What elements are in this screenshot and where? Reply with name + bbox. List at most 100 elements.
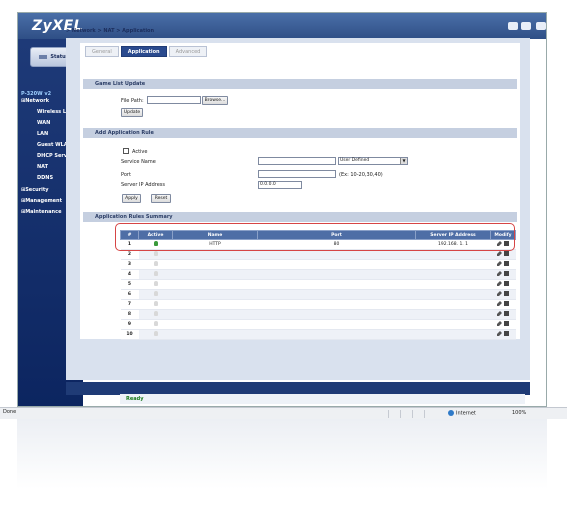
row-active [138, 249, 173, 260]
tab-bar: General Application Advanced [85, 46, 208, 58]
service-name-input[interactable] [258, 157, 336, 165]
bulb-off-icon [153, 251, 158, 256]
row-server-ip [415, 269, 491, 280]
edit-icon[interactable] [497, 281, 502, 286]
row-active [138, 319, 173, 330]
tab-application[interactable]: Application [120, 46, 167, 57]
row-number: 8 [120, 309, 139, 320]
edit-icon[interactable] [497, 251, 502, 256]
logout-icon[interactable] [536, 22, 546, 30]
row-modify [490, 269, 516, 280]
edit-icon[interactable] [497, 291, 502, 296]
table-row: 8 [120, 309, 516, 320]
table-row: 9 [120, 319, 516, 330]
sidebar-item-maintenance[interactable]: Maintenance [21, 209, 61, 215]
row-name [172, 329, 258, 340]
active-checkbox[interactable] [123, 148, 129, 154]
sidebar-item-ddns[interactable]: DDNS [37, 175, 53, 181]
update-button[interactable]: Update [121, 108, 143, 117]
row-number: 2 [120, 249, 139, 260]
sidebar-item-wan[interactable]: WAN [37, 120, 50, 126]
row-modify [490, 309, 516, 320]
delete-icon[interactable] [504, 321, 509, 326]
row-name [172, 289, 258, 300]
port-input[interactable] [258, 170, 336, 178]
tab-general[interactable]: General [85, 46, 119, 57]
row-active [138, 269, 173, 280]
row-name [172, 279, 258, 290]
row-server-ip [415, 259, 491, 270]
game-list-header: Game List Update [83, 79, 517, 89]
device-model: P-320W v2 [21, 91, 52, 97]
delete-icon[interactable] [504, 311, 509, 316]
service-select[interactable]: User Defined ▼ [338, 157, 408, 165]
breadcrumb: > Network > NAT > Application [66, 28, 155, 34]
help-icon[interactable] [521, 22, 531, 30]
add-rule-header: Add Application Rule [83, 128, 517, 138]
row-server-ip [415, 299, 491, 310]
row-server-ip [415, 319, 491, 330]
edit-icon[interactable] [497, 321, 502, 326]
row-port [257, 299, 416, 310]
edit-icon[interactable] [497, 271, 502, 276]
delete-icon[interactable] [504, 301, 509, 306]
table-row: 6 [120, 289, 516, 300]
delete-icon[interactable] [504, 261, 509, 266]
row-name [172, 319, 258, 330]
top-banner: ZyXEL [18, 13, 546, 39]
port-label: Port [121, 172, 131, 178]
server-ip-input[interactable]: 0.0.0.0 [258, 181, 302, 189]
row-number: 7 [120, 299, 139, 310]
delete-icon[interactable] [504, 291, 509, 296]
status-divider [388, 410, 389, 418]
delete-icon[interactable] [504, 281, 509, 286]
highlight-box [115, 223, 515, 251]
table-row: 2 [120, 249, 516, 260]
sidebar-item-nat[interactable]: NAT [37, 164, 48, 170]
row-server-ip [415, 289, 491, 300]
bulb-off-icon [153, 311, 158, 316]
sidebar-item-network[interactable]: Network [21, 98, 49, 104]
bulb-off-icon [153, 291, 158, 296]
zoom-level[interactable]: 100% [512, 410, 526, 416]
row-name [172, 269, 258, 280]
file-path-input[interactable] [147, 96, 201, 104]
table-row: 4 [120, 269, 516, 280]
table-row: 7 [120, 299, 516, 310]
sidebar-item-management[interactable]: Management [21, 198, 62, 204]
delete-icon[interactable] [504, 251, 509, 256]
sidebar-item-security[interactable]: Security [21, 187, 48, 193]
edit-icon[interactable] [497, 311, 502, 316]
delete-icon[interactable] [504, 271, 509, 276]
status-done: Done [3, 409, 17, 415]
status-divider [412, 410, 413, 418]
bulb-off-icon [153, 321, 158, 326]
apply-button[interactable]: Apply [122, 194, 141, 203]
row-number: 3 [120, 259, 139, 270]
status-divider [424, 410, 425, 418]
status-divider [400, 410, 401, 418]
wizard-icon[interactable] [508, 22, 518, 30]
reflection [17, 419, 547, 489]
row-active [138, 279, 173, 290]
tab-advanced[interactable]: Advanced [168, 46, 208, 57]
edit-icon[interactable] [497, 261, 502, 266]
bulb-off-icon [153, 301, 158, 306]
row-modify [490, 249, 516, 260]
port-hint: (Ex: 10-20,30,40) [339, 172, 383, 178]
sidebar-item-lan[interactable]: LAN [37, 131, 48, 137]
bulb-off-icon [153, 331, 158, 336]
browse-button[interactable]: Browse... [202, 96, 228, 105]
chevron-down-icon: ▼ [400, 158, 407, 164]
message-label: Message [97, 397, 122, 403]
row-number: 4 [120, 269, 139, 280]
edit-icon[interactable] [497, 301, 502, 306]
row-name [172, 259, 258, 270]
row-port [257, 279, 416, 290]
edit-icon[interactable] [497, 331, 502, 336]
reset-button[interactable]: Reset [151, 194, 171, 203]
row-port [257, 329, 416, 340]
delete-icon[interactable] [504, 331, 509, 336]
row-server-ip [415, 279, 491, 290]
row-port [257, 269, 416, 280]
